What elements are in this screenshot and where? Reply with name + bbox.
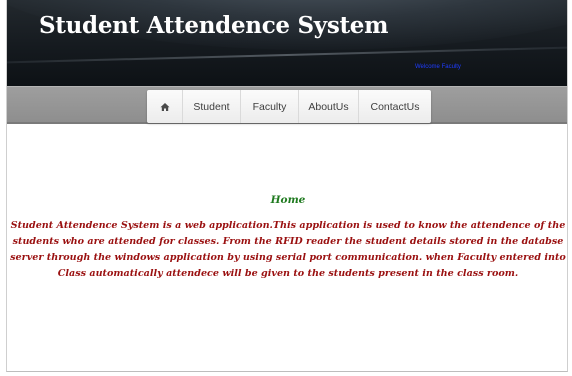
page-frame: Student Attendence System Welcome Facult… <box>6 0 568 372</box>
nav-menu: Student Faculty AboutUs ContactUs <box>147 90 431 123</box>
site-header: Student Attendence System Welcome Facult… <box>7 0 567 86</box>
nav-student[interactable]: Student <box>183 90 241 123</box>
description-text: Student Attendence System is a web appli… <box>10 220 566 279</box>
nav-faculty[interactable]: Faculty <box>241 90 299 123</box>
welcome-faculty-link[interactable]: Welcome Faculty <box>415 64 461 70</box>
nav-home[interactable] <box>147 90 183 123</box>
page-heading: Home <box>270 194 306 206</box>
site-title: Student Attendence System <box>39 12 389 39</box>
nav-about-us[interactable]: AboutUs <box>299 90 359 123</box>
navbar: Student Faculty AboutUs ContactUs <box>7 86 567 124</box>
nav-contact-us[interactable]: ContactUs <box>359 90 431 123</box>
home-icon <box>160 102 169 111</box>
